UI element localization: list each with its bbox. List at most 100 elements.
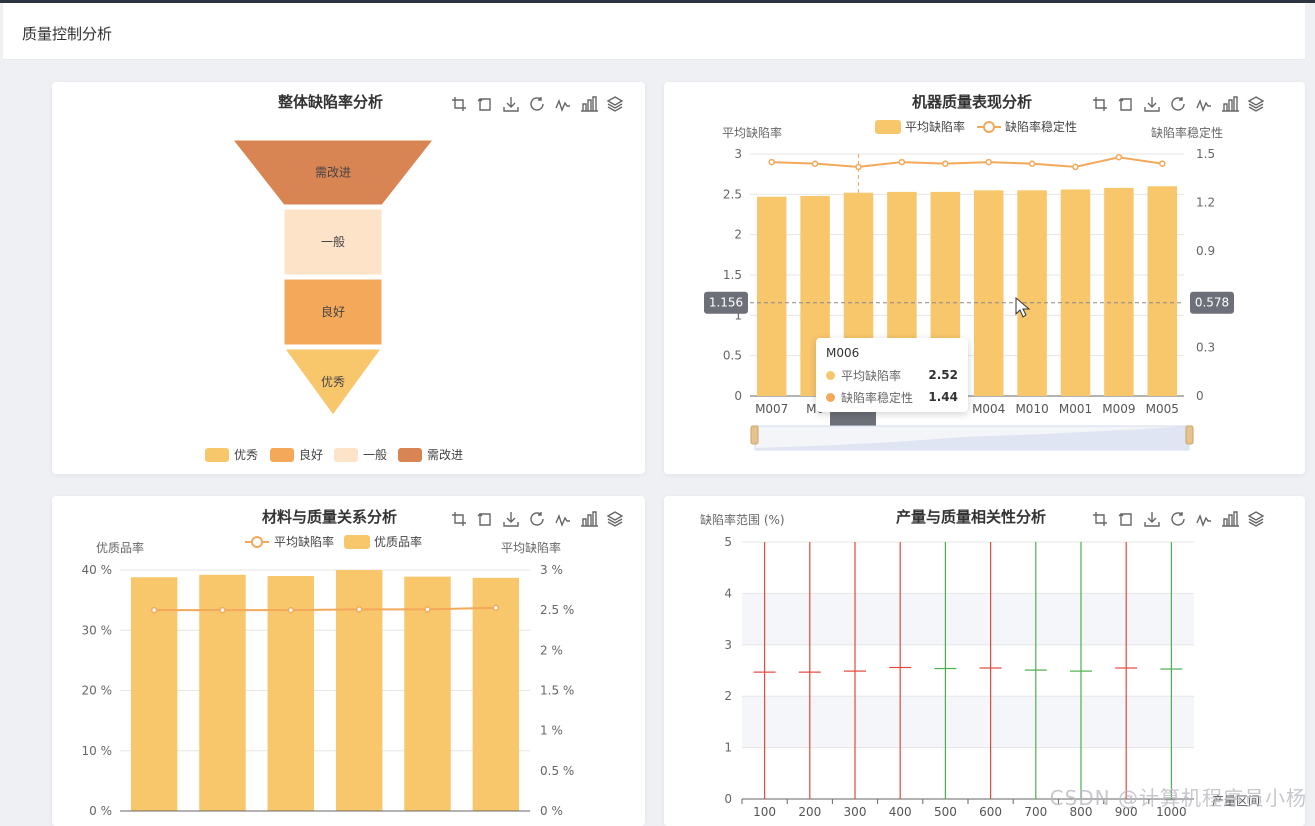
material-legend-bar-swatch — [344, 535, 370, 549]
machine-bar-M004 — [973, 190, 1004, 396]
machine-ytick-left: 0.5 — [723, 349, 742, 363]
machine-stability-point-M007 — [768, 158, 775, 166]
machine-ytick-left: 2 — [734, 228, 742, 242]
machine-ytick-right: 0 — [1196, 389, 1204, 403]
machine-xtick: M005 — [1146, 402, 1179, 416]
machine-stability-point-M010 — [1028, 160, 1036, 167]
production-candle-body-200 — [798, 671, 821, 673]
panel-defect-funnel: 整体缺陷率分析 需改进 一般 良好 优秀 优秀 良好 一般 需改进 — [52, 82, 645, 474]
machine-ytick-right: 1.2 — [1196, 195, 1215, 209]
material-ytick-left: 10 % — [82, 744, 113, 758]
machine-bar-M005 — [1147, 186, 1178, 396]
material-ylabel-left: 优质品率 — [96, 540, 144, 555]
machine-pointer-left-value: 1.156 — [709, 296, 743, 310]
funnel-legend-label-3: 需改进 — [427, 448, 463, 462]
machine-chart: 平均缺陷率 缺陷率稳定性平均缺陷率 缺陷率稳定性00.511.522.5300.30… — [704, 119, 1234, 451]
production-ytick: 0 — [724, 792, 732, 806]
tooltip-name-stability: 缺陷率稳定性 — [841, 390, 914, 405]
machine-xtick: M004 — [972, 402, 1005, 416]
machine-ytick-left: 2.5 — [723, 187, 742, 201]
material-defect-point-0 — [150, 606, 158, 614]
machine-bar-M007 — [756, 196, 787, 396]
production-xtick: 700 — [1024, 805, 1047, 819]
material-bar-5 — [472, 577, 520, 811]
production-candle-body-100 — [753, 671, 776, 673]
funnel-chart: 需改进一般良好优秀优秀 良好 一般 需改进 — [205, 139, 463, 462]
material-ytick-right: 1 % — [540, 724, 563, 738]
machine-datazoom-handle-left — [750, 425, 759, 445]
machine-datazoom-handle-right — [1185, 425, 1194, 445]
production-xtick: 100 — [753, 805, 776, 819]
machine-ytick-left: 1.5 — [723, 268, 742, 282]
machine-ytick-left: 3 — [734, 147, 742, 161]
machine-legend-bar-label: 平均缺陷率 — [905, 119, 965, 134]
machine-xtick: M001 — [1059, 402, 1092, 416]
production-candle-body-600 — [979, 667, 1002, 669]
funnel-stage-label-3: 优秀 — [321, 375, 345, 389]
material-ytick-left: 20 % — [82, 684, 113, 698]
production-chart: 缺陷率范围 (%)012345100 200 300 400 500 600 700 800 9… — [700, 512, 1260, 819]
machine-stability-point-M008 — [898, 158, 906, 166]
material-defect-point-3 — [355, 606, 363, 613]
machine-bar-M009 — [1104, 187, 1134, 396]
material-ytick-right: 2 % — [540, 643, 563, 657]
production-ylabel: 缺陷率范围 (%) — [700, 512, 785, 527]
funnel-legend-swatch-3 — [398, 448, 422, 462]
production-ytick: 3 — [724, 638, 732, 652]
machine-stability-point-M001 — [1072, 163, 1079, 171]
machine-ytick-right: 1.5 — [1196, 147, 1215, 161]
page-header: 质量控制分析 — [3, 3, 1305, 60]
production-candle-body-400 — [889, 666, 912, 669]
machine-stability-point-M009 — [1115, 153, 1123, 161]
watermark: CSDN @计算机程序员小杨 — [1049, 786, 1307, 810]
production-xtick: 400 — [889, 805, 912, 819]
material-ytick-left: 0 % — [89, 804, 112, 818]
funnel-legend-label-0: 优秀 — [234, 448, 258, 462]
material-legend-line-label: 平均缺陷率 — [274, 534, 334, 549]
material-ylabel-right: 平均缺陷率 — [501, 540, 561, 555]
machine-legend-line-label: 缺陷率稳定性 — [1005, 119, 1077, 134]
tooltip-dot-stability — [826, 392, 835, 402]
material-ytick-right: 0.5 % — [540, 764, 574, 778]
tooltip-row-stability: 缺陷率稳定性 1.44 — [826, 386, 958, 408]
machine-stability-point-M002 — [942, 160, 949, 167]
funnel-stage-label-2: 良好 — [321, 304, 345, 319]
production-candle-body-800 — [1070, 670, 1092, 672]
machine-ylabel-left: 平均缺陷率 — [722, 125, 782, 140]
machine-ytick-right: 0.9 — [1196, 244, 1215, 258]
tooltip-dot-avg — [826, 370, 835, 380]
production-xtick: 300 — [844, 805, 867, 819]
funnel-legend-swatch-1 — [270, 448, 294, 462]
production-ytick: 5 — [724, 535, 732, 549]
page-title: 质量控制分析 — [22, 25, 113, 43]
machine-bar-M010 — [1017, 190, 1047, 396]
production-ytick: 1 — [724, 741, 732, 755]
funnel-legend-label-1: 良好 — [299, 447, 323, 462]
material-defect-point-5 — [492, 604, 500, 612]
production-xtick: 600 — [979, 805, 1002, 819]
funnel-legend-swatch-0 — [205, 448, 229, 462]
production-candle-body-900 — [1115, 667, 1138, 669]
machine-legend-bar-swatch — [875, 120, 901, 134]
material-ytick-right: 3 % — [540, 563, 563, 577]
funnel-stage-label-1: 一般 — [321, 234, 345, 249]
material-legend-line-dot — [251, 536, 263, 548]
production-xtick: 500 — [934, 805, 957, 819]
production-candle-body-300 — [844, 670, 866, 672]
production-ytick: 2 — [724, 689, 732, 703]
machine-xtick: M007 — [755, 402, 788, 416]
production-candle-body-700 — [1024, 669, 1047, 671]
machine-ytick-right: 0.3 — [1196, 341, 1215, 355]
production-candle-body-500 — [934, 667, 957, 670]
machine-pointer-right-value: 0.578 — [1195, 296, 1229, 310]
panel-machine-quality: 机器质量表现分析 平均缺陷率 缺陷率稳定性 平均缺陷率 缺陷率稳定性 0 0.5 1 1.5 2… — [664, 82, 1305, 474]
material-defect-point-2 — [287, 606, 295, 614]
machine-ytick-left: 0 — [734, 389, 742, 403]
tooltip-value-avg: 2.52 — [928, 368, 958, 382]
machine-stability-point-M005 — [1159, 160, 1166, 167]
tooltip-value-stability: 1.44 — [928, 390, 958, 404]
material-legend-bar-label: 优质品率 — [374, 534, 422, 549]
machine-xtick: M009 — [1102, 402, 1135, 416]
production-ytick: 4 — [724, 586, 732, 600]
funnel-legend-swatch-2 — [334, 448, 358, 462]
